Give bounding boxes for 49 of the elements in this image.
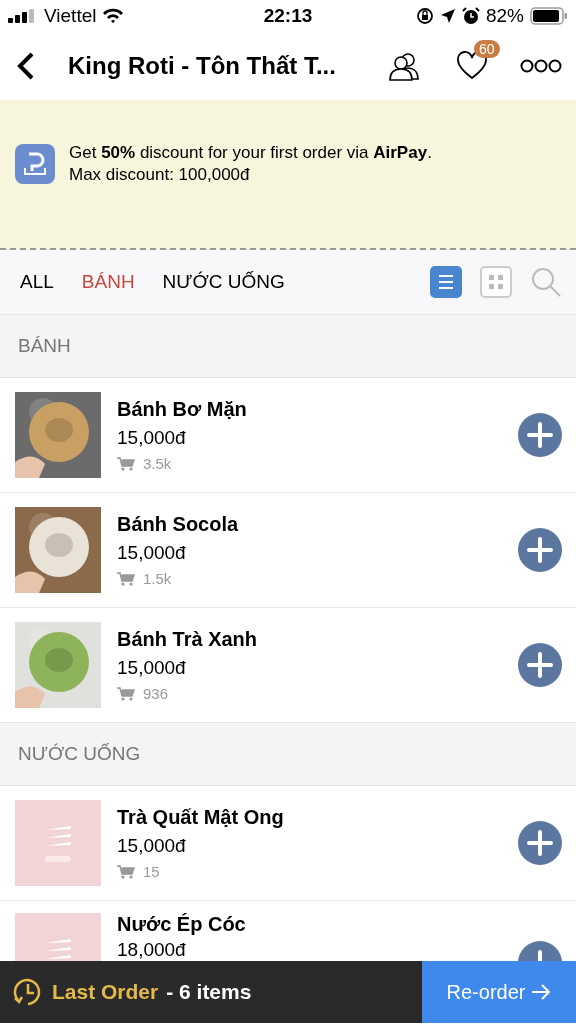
item-name: Trà Quất Mật Ong	[117, 806, 285, 829]
battery-percent: 82%	[485, 5, 524, 27]
cart-icon	[117, 686, 135, 701]
item-price: 18,000đ	[117, 939, 187, 961]
cart-icon	[117, 571, 135, 586]
list-view-icon[interactable]	[430, 266, 462, 298]
add-icon[interactable]	[518, 528, 562, 572]
item-price: 15,000đ	[117, 542, 187, 564]
item-price: 15,000đ	[117, 835, 187, 857]
wifi-icon	[102, 8, 125, 24]
category-tab[interactable]: NƯỚC UỐNG	[150, 263, 297, 301]
item-name: Bánh Trà Xanh	[117, 628, 259, 651]
item-price: 15,000đ	[117, 427, 187, 449]
item-name: Bánh Socola	[117, 513, 240, 536]
rotation-lock-icon	[415, 7, 434, 25]
item-name: Bánh Bơ Mặn	[117, 398, 248, 421]
last-order-label: Last Order	[52, 980, 159, 1004]
battery-icon	[530, 7, 568, 25]
wallet-app-icon	[15, 144, 55, 184]
sold-count: 1.5k	[143, 570, 172, 587]
sold-count: 15	[143, 863, 160, 880]
category-tab[interactable]: BÁNH	[69, 263, 147, 301]
promo-subtext: Max discount: 100,000đ	[69, 164, 251, 186]
clock-time: 22:13	[263, 5, 313, 27]
section-header: NƯỚC UỐNG	[0, 723, 576, 786]
group-icon[interactable]	[388, 51, 422, 81]
back-icon[interactable]	[16, 51, 36, 81]
promo-text: Get 50% discount for your first order via AirPay.	[69, 142, 432, 164]
item-name: Nước Ép Cóc	[117, 913, 247, 936]
add-icon[interactable]	[518, 643, 562, 687]
last-order-summary: - 6 items	[166, 980, 252, 1004]
cart-icon	[117, 456, 135, 471]
sold-count: 3.5k	[143, 455, 172, 472]
add-icon[interactable]	[518, 413, 562, 457]
alarm-icon	[461, 7, 480, 25]
store-title: King Roti - Tôn Thất T...	[68, 52, 337, 80]
cart-icon	[117, 864, 135, 879]
add-icon[interactable]	[518, 821, 562, 865]
reorder-button[interactable]: Re-order	[422, 961, 576, 1023]
more-icon[interactable]	[520, 58, 562, 74]
sold-count: 936	[143, 685, 169, 702]
favorites-count-badge: 60	[474, 40, 500, 58]
section-header: BÁNH	[0, 315, 576, 378]
item-price: 15,000đ	[117, 657, 187, 679]
last-order-bar[interactable]: Last Order - 6 items	[0, 961, 422, 1023]
location-arrow-icon	[439, 8, 456, 24]
carrier-name: Viettel	[44, 5, 97, 27]
category-tab[interactable]: ALL	[8, 263, 66, 301]
arrow-right-icon	[531, 983, 552, 1001]
